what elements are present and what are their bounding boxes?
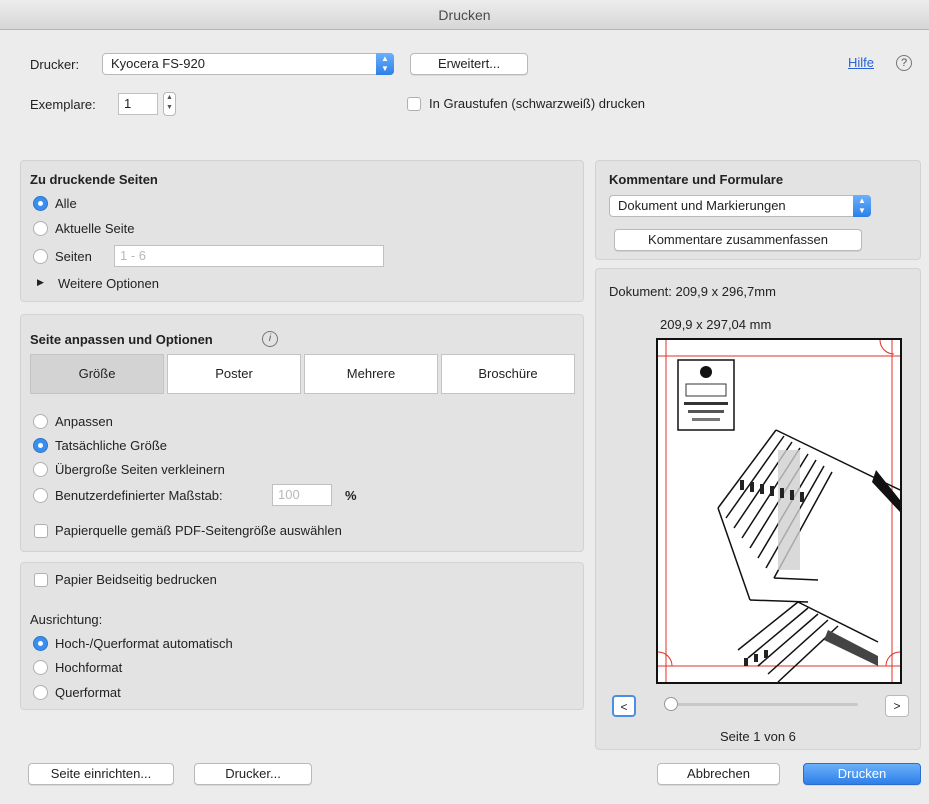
page-range-input[interactable]: 1 - 6	[114, 245, 384, 267]
page-setup-button[interactable]: Seite einrichten...	[28, 763, 174, 785]
next-page-button[interactable]: >	[885, 695, 909, 717]
window-title: Drucken	[438, 7, 491, 23]
radio-pages-range-label: Seiten	[55, 249, 92, 264]
fit-panel-title: Seite anpassen und Optionen	[30, 332, 213, 347]
radio-pages-all[interactable]	[33, 196, 48, 211]
scale-input[interactable]: 100	[272, 484, 332, 506]
radio-fit[interactable]	[33, 414, 48, 429]
cancel-button[interactable]: Abbrechen	[657, 763, 780, 785]
comments-select-value: Dokument und Markierungen	[618, 198, 786, 213]
copies-input[interactable]: 1	[118, 93, 158, 115]
scale-unit: %	[345, 488, 357, 503]
orientation-label: Ausrichtung:	[30, 612, 103, 627]
fit-panel	[20, 314, 584, 552]
radio-orientation-landscape-label: Querformat	[55, 685, 121, 700]
prev-page-button[interactable]: <	[612, 695, 636, 717]
radio-orientation-landscape[interactable]	[33, 685, 48, 700]
radio-custom-scale-label: Benutzerdefinierter Maßstab:	[55, 488, 223, 503]
paper-source-checkbox[interactable]	[34, 524, 48, 538]
page-preview-graphic	[657, 339, 901, 683]
radio-fit-label: Anpassen	[55, 414, 113, 429]
radio-orientation-auto[interactable]	[33, 636, 48, 651]
radio-shrink-oversized[interactable]	[33, 462, 48, 477]
pages-panel-title: Zu druckende Seiten	[30, 172, 158, 187]
grayscale-checkbox[interactable]	[407, 97, 421, 111]
disclosure-triangle-icon[interactable]: ▶	[37, 277, 44, 288]
grayscale-label: In Graustufen (schwarzweiß) drucken	[429, 96, 646, 111]
radio-actual-size[interactable]	[33, 438, 48, 453]
copies-label: Exemplare:	[30, 97, 96, 112]
info-icon[interactable]: i	[262, 331, 278, 347]
radio-pages-current[interactable]	[33, 221, 48, 236]
radio-custom-scale[interactable]	[33, 488, 48, 503]
tab-multiple[interactable]: Mehrere	[304, 354, 438, 394]
stepper-icon[interactable]: ▲ ▼	[163, 92, 176, 116]
printer-label: Drucker:	[30, 57, 80, 72]
page-slider-track[interactable]	[668, 703, 858, 706]
help-icon[interactable]: ?	[896, 55, 912, 71]
help-link[interactable]: Hilfe	[848, 55, 874, 70]
summarize-comments-button[interactable]: Kommentare zusammenfassen	[614, 229, 862, 251]
page-indicator: Seite 1 von 6	[720, 729, 796, 744]
document-size: Dokument: 209,9 x 296,7mm	[609, 284, 776, 299]
tab-brochure[interactable]: Broschüre	[441, 354, 575, 394]
radio-pages-current-label: Aktuelle Seite	[55, 221, 135, 236]
comments-select[interactable]: Dokument und Markierungen ▲ ▼	[609, 195, 871, 217]
more-options-link[interactable]: Weitere Optionen	[58, 276, 159, 291]
comments-panel-title: Kommentare und Formulare	[609, 172, 784, 187]
radio-orientation-portrait[interactable]	[33, 660, 48, 675]
radio-actual-size-label: Tatsächliche Größe	[55, 438, 167, 453]
window-title-bar: Drucken	[0, 0, 929, 30]
tab-size[interactable]: Größe	[30, 354, 164, 394]
printer-select-value: Kyocera FS-920	[111, 56, 205, 71]
duplex-checkbox[interactable]	[34, 573, 48, 587]
paper-source-label: Papierquelle gemäß PDF-Seitengröße auswä…	[55, 523, 342, 538]
page-size: 209,9 x 297,04 mm	[660, 317, 772, 332]
printer-button[interactable]: Drucker...	[194, 763, 312, 785]
printer-select[interactable]: Kyocera FS-920 ▲ ▼	[102, 53, 394, 75]
radio-orientation-auto-label: Hoch-/Querformat automatisch	[55, 636, 233, 651]
tab-poster[interactable]: Poster	[167, 354, 301, 394]
dropdown-arrow-icon: ▲ ▼	[376, 53, 394, 75]
print-button[interactable]: Drucken	[803, 763, 921, 785]
duplex-label: Papier Beidseitig bedrucken	[55, 572, 217, 587]
page-preview	[656, 338, 902, 684]
radio-pages-range[interactable]	[33, 249, 48, 264]
radio-pages-all-label: Alle	[55, 196, 77, 211]
page-slider-thumb[interactable]	[664, 697, 678, 711]
radio-orientation-portrait-label: Hochformat	[55, 660, 123, 675]
dropdown-arrow-icon: ▲ ▼	[853, 195, 871, 217]
radio-shrink-oversized-label: Übergroße Seiten verkleinern	[55, 462, 225, 477]
advanced-button[interactable]: Erweitert...	[410, 53, 528, 75]
